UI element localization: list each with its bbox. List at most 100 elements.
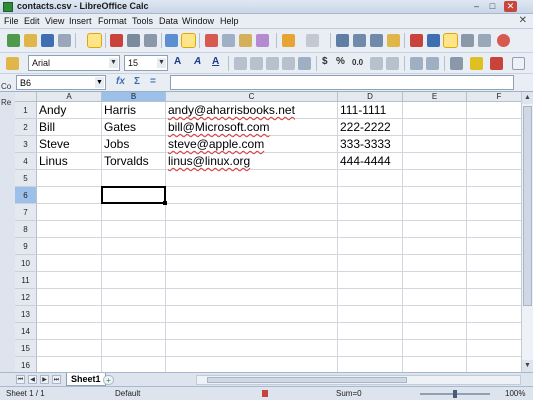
column-header-d[interactable]: D [338, 92, 403, 102]
open-folder-icon[interactable] [24, 34, 37, 47]
cell-b1[interactable]: Harris [103, 102, 167, 119]
justify-icon[interactable] [282, 57, 295, 70]
chevron-down-icon[interactable]: ▼ [109, 58, 118, 68]
row-header-6[interactable]: 6 [15, 187, 37, 204]
cell-d1[interactable]: 111-1111 [339, 102, 404, 119]
sort-ascending-icon[interactable] [353, 34, 366, 47]
formula-input[interactable] [170, 75, 514, 90]
function-wizard-icon[interactable]: fx [116, 76, 125, 87]
styles-icon[interactable] [6, 57, 19, 70]
formula-icon[interactable]: = [150, 76, 156, 87]
add-sheet-icon[interactable]: + [103, 375, 114, 385]
first-sheet-icon[interactable]: ⏮ [16, 375, 25, 384]
column-header-b[interactable]: B [102, 92, 166, 102]
underline-icon[interactable]: A [212, 56, 219, 67]
hyperlink-icon[interactable] [336, 34, 349, 47]
close-button[interactable]: ✕ [504, 1, 517, 12]
help-icon[interactable] [497, 34, 510, 47]
menu-data[interactable]: Data [159, 16, 178, 26]
paste-icon[interactable] [239, 34, 252, 47]
column-header-a[interactable]: A [37, 92, 102, 102]
page-style[interactable]: Default [115, 389, 140, 398]
row-header-10[interactable]: 10 [15, 255, 37, 272]
sheet-tab[interactable]: Sheet1 [66, 373, 106, 386]
sum-icon[interactable]: Σ [134, 76, 140, 87]
row-header-12[interactable]: 12 [15, 289, 37, 306]
bold-icon[interactable]: A [174, 56, 181, 67]
font-name-combo[interactable]: Arial ▼ [28, 55, 120, 71]
row-header-14[interactable]: 14 [15, 323, 37, 340]
add-decimal-icon[interactable] [370, 57, 383, 70]
column-header-f[interactable]: F [467, 92, 521, 102]
borders-icon[interactable] [450, 57, 463, 70]
zoom-slider-knob[interactable] [453, 390, 457, 398]
row-header-13[interactable]: 13 [15, 306, 37, 323]
sort-descending-icon[interactable] [370, 34, 383, 47]
align-center-icon[interactable] [250, 57, 263, 70]
redo-icon[interactable] [306, 34, 319, 47]
zoom-slider[interactable] [420, 390, 490, 398]
copy-icon[interactable] [222, 34, 235, 47]
italic-icon[interactable]: A [194, 56, 201, 67]
print-icon[interactable] [127, 34, 140, 47]
edit-file-icon[interactable] [87, 33, 102, 48]
data-sources-icon[interactable] [461, 34, 474, 47]
chevron-down-icon[interactable]: ▼ [157, 58, 166, 68]
vertical-scrollbar[interactable]: ▲ ▼ [521, 92, 533, 372]
scroll-up-icon[interactable]: ▲ [522, 92, 533, 104]
chart-icon[interactable] [410, 34, 423, 47]
row-header-15[interactable]: 15 [15, 340, 37, 357]
align-right-icon[interactable] [266, 57, 279, 70]
row-header-16[interactable]: 16 [15, 357, 37, 372]
clone-formatting-icon[interactable] [256, 34, 269, 47]
fill-handle[interactable] [163, 201, 167, 205]
horizontal-scrollbar[interactable] [196, 375, 521, 385]
sum-display[interactable]: Sum=0 [336, 389, 362, 398]
menu-format[interactable]: Format [98, 16, 127, 26]
merge-cells-icon[interactable] [298, 57, 311, 70]
menu-tools[interactable]: Tools [132, 16, 153, 26]
menu-edit[interactable]: Edit [24, 16, 40, 26]
align-left-icon[interactable] [234, 57, 247, 70]
zoom-level[interactable]: 100% [505, 389, 525, 398]
font-size-combo[interactable]: 15 ▼ [124, 55, 168, 71]
cell-d4[interactable]: 444-4444 [339, 153, 404, 170]
save-icon[interactable] [41, 34, 54, 47]
spellcheck-icon[interactable] [165, 34, 178, 47]
autospellcheck-icon[interactable] [181, 33, 196, 48]
delete-decimal-icon[interactable] [386, 57, 399, 70]
row-header-11[interactable]: 11 [15, 272, 37, 289]
next-sheet-icon[interactable]: ▶ [40, 375, 49, 384]
cell-a2[interactable]: Bill [38, 119, 103, 136]
currency-icon[interactable]: $ [322, 56, 328, 67]
cell-b2[interactable]: Gates [103, 119, 167, 136]
number-format-icon[interactable]: 0.0 [352, 58, 363, 67]
vertical-scroll-thumb[interactable] [523, 106, 532, 306]
horizontal-scroll-thumb[interactable] [207, 377, 407, 383]
last-sheet-icon[interactable]: ⏭ [52, 375, 61, 384]
row-header-2[interactable]: 2 [15, 119, 37, 136]
minimize-button[interactable]: – [470, 1, 483, 12]
cell-d3[interactable]: 333-3333 [339, 136, 404, 153]
spreadsheet-grid[interactable]: A B C D E F 1 2 3 4 5 6 7 8 9 10 11 12 13 14 15 16 Andy Harris a… [15, 92, 521, 372]
undo-icon[interactable] [282, 34, 295, 47]
gallery-icon[interactable] [443, 33, 458, 48]
row-header-8[interactable]: 8 [15, 221, 37, 238]
name-box[interactable]: B6 ▼ [16, 75, 106, 90]
cell-cursor[interactable] [101, 186, 167, 205]
scroll-down-icon[interactable]: ▼ [522, 360, 533, 372]
menu-view[interactable]: View [45, 16, 64, 26]
row-header-1[interactable]: 1 [15, 102, 37, 119]
cell-d2[interactable]: 222-2222 [339, 119, 404, 136]
autofilter-icon[interactable] [387, 34, 400, 47]
menu-insert[interactable]: Insert [69, 16, 92, 26]
select-all-corner[interactable] [15, 92, 37, 102]
font-color-icon[interactable] [490, 57, 503, 70]
row-header-4[interactable]: 4 [15, 153, 37, 170]
cut-icon[interactable] [205, 34, 218, 47]
row-header-5[interactable]: 5 [15, 170, 37, 187]
previous-sheet-icon[interactable]: ◀ [28, 375, 37, 384]
navigator-icon[interactable] [427, 34, 440, 47]
cell-a4[interactable]: Linus [38, 153, 103, 170]
email-icon[interactable] [58, 34, 71, 47]
